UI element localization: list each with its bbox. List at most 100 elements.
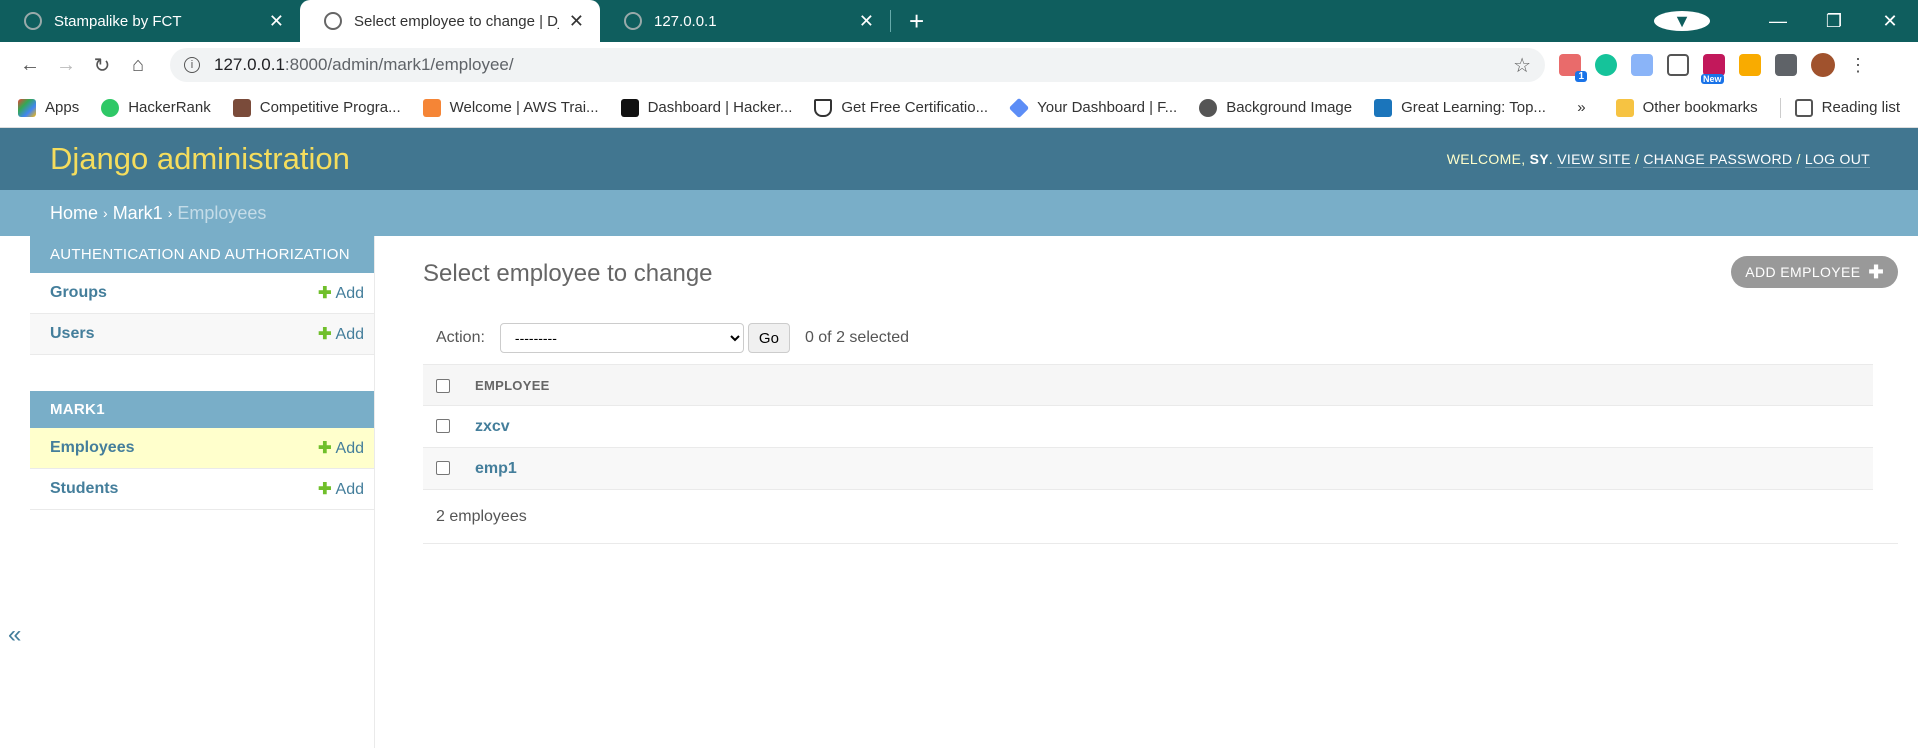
browser-tab-stampalike[interactable]: Stampalike by FCT ✕ <box>0 0 300 42</box>
username: SY <box>1529 151 1549 167</box>
employee-link[interactable]: emp1 <box>475 460 517 477</box>
browser-tab-localhost[interactable]: 127.0.0.1 ✕ <box>600 0 890 42</box>
sidebar-toggle-icon[interactable]: « <box>8 621 21 649</box>
camera-icon[interactable] <box>1667 54 1689 76</box>
bookmark-apps[interactable]: Apps <box>18 98 79 117</box>
row-checkbox[interactable] <box>436 419 450 434</box>
selection-counter: 0 of 2 selected <box>804 329 910 346</box>
employee-cell: emp1 <box>475 447 1873 490</box>
tab-title: Select employee to change | Djar <box>354 12 559 30</box>
window-controls: ▼ — ❐ ✕ <box>1654 0 1918 42</box>
bookmark-hackerearth[interactable]: Dashboard | Hacker... <box>620 98 792 117</box>
sidebar-item-label[interactable]: Users <box>50 325 94 343</box>
admin-header: Django administration Welcome, SY. View … <box>0 128 1918 190</box>
view-site-link[interactable]: View site <box>1557 151 1631 168</box>
add-student-link[interactable]: ✚ Add <box>318 479 364 499</box>
home-icon[interactable]: ⌂ <box>120 54 156 77</box>
select-all-checkbox[interactable] <box>436 378 450 393</box>
globe-icon <box>1199 98 1218 117</box>
globe-icon <box>24 12 42 30</box>
url-input[interactable]: i 127.0.0.1:8000/admin/mark1/employee/ ☆ <box>170 48 1545 82</box>
content: Select employee to change Add Employee ✚ … <box>375 236 1918 748</box>
sidebar-item-employees: Employees ✚ Add <box>30 428 374 469</box>
main-container: Authentication and Authorization Groups … <box>0 236 1918 748</box>
minimize-icon[interactable]: — <box>1750 11 1806 32</box>
close-icon[interactable]: ✕ <box>269 11 284 32</box>
add-employee-button[interactable]: Add Employee ✚ <box>1731 256 1898 288</box>
bookmark-great-learning[interactable]: Great Learning: Top... <box>1374 98 1546 117</box>
browser-tab-django[interactable]: Select employee to change | Djar ✕ <box>300 0 600 42</box>
avatar[interactable] <box>1811 53 1835 77</box>
eyedropper-icon[interactable] <box>1739 54 1761 76</box>
plus-icon: ✚ <box>318 326 332 343</box>
folder-icon <box>1615 98 1634 117</box>
extension-icon[interactable]: New <box>1701 54 1725 84</box>
plus-icon: ✚ <box>318 285 332 302</box>
go-button[interactable]: Go <box>747 323 790 353</box>
bookmark-codechef[interactable]: Competitive Progra... <box>232 98 401 117</box>
sidebar-item-students: Students ✚ Add <box>30 469 374 510</box>
plus-icon: ✚ <box>318 440 332 457</box>
other-bookmarks[interactable]: Other bookmarks <box>1615 98 1758 117</box>
puzzle-icon[interactable] <box>1775 54 1797 76</box>
tab-search-icon[interactable]: ▼ <box>1654 11 1710 31</box>
address-toolbar: ← → ↻ ⌂ i 127.0.0.1:8000/admin/mark1/emp… <box>0 42 1918 88</box>
reading-list-icon <box>1794 98 1813 117</box>
bookmark-label: Your Dashboard | F... <box>1037 99 1178 116</box>
window-close-icon[interactable]: ✕ <box>1862 11 1918 32</box>
paginator: 2 employees <box>423 490 1898 544</box>
forward-arrow-icon[interactable]: → <box>48 54 84 77</box>
new-tab-plus-icon[interactable]: + <box>909 6 924 37</box>
extension-icon[interactable]: 1 <box>1559 54 1587 82</box>
table-row: zxcv <box>423 405 1873 448</box>
great-learning-icon <box>1374 98 1393 117</box>
bookmarks-right: » Other bookmarks Reading list <box>1577 97 1900 118</box>
module-caption[interactable]: Authentication and Authorization <box>30 236 374 273</box>
sidebar-item-label[interactable]: Employees <box>50 439 134 457</box>
site-info-icon[interactable]: i <box>184 57 200 73</box>
select-all-cell <box>423 364 475 406</box>
employee-link[interactable]: zxcv <box>475 418 510 435</box>
module-caption[interactable]: Mark1 <box>30 391 374 428</box>
url-path: :8000/admin/mark1/employee/ <box>284 55 514 74</box>
other-bookmarks-label: Other bookmarks <box>1642 99 1758 116</box>
add-label: Add <box>335 326 364 343</box>
breadcrumb-app[interactable]: Mark1 <box>113 203 163 224</box>
reading-list-label: Reading list <box>1821 99 1900 116</box>
back-arrow-icon[interactable]: ← <box>12 54 48 77</box>
reading-list[interactable]: Reading list <box>1794 98 1900 117</box>
change-password-link[interactable]: Change password <box>1643 151 1793 168</box>
extension-icon[interactable] <box>1631 54 1653 76</box>
more-bookmarks-chevron-icon[interactable]: » <box>1577 99 1585 116</box>
sidebar-item-label[interactable]: Students <box>50 480 118 498</box>
restore-icon[interactable]: ❐ <box>1806 11 1862 32</box>
bookmark-dashboard[interactable]: Your Dashboard | F... <box>1008 97 1178 118</box>
site-branding[interactable]: Django administration <box>50 141 350 177</box>
sidebar-item-label[interactable]: Groups <box>50 284 107 302</box>
reload-icon[interactable]: ↻ <box>84 53 120 78</box>
sidebar-item-users: Users ✚ Add <box>30 314 374 355</box>
grammarly-icon[interactable] <box>1595 54 1617 76</box>
add-employee-label: Add Employee <box>1745 264 1861 280</box>
column-header-employee[interactable]: Employee <box>475 364 1873 406</box>
log-out-link[interactable]: Log out <box>1804 151 1870 168</box>
row-checkbox-cell <box>423 405 475 448</box>
close-icon[interactable]: ✕ <box>569 11 584 32</box>
add-user-link[interactable]: ✚ Add <box>318 324 364 344</box>
row-checkbox[interactable] <box>436 461 450 476</box>
add-employee-link[interactable]: ✚ Add <box>318 438 364 458</box>
plus-icon: ✚ <box>318 481 332 498</box>
nav-sidebar: Authentication and Authorization Groups … <box>0 236 375 748</box>
bookmark-aws[interactable]: Welcome | AWS Trai... <box>422 98 599 117</box>
bookmark-certification[interactable]: Get Free Certificatio... <box>814 98 988 117</box>
breadcrumb-home[interactable]: Home <box>50 203 98 224</box>
bookmark-background-image[interactable]: Background Image <box>1199 98 1352 117</box>
bookmark-star-icon[interactable]: ☆ <box>1513 53 1531 78</box>
close-icon[interactable]: ✕ <box>859 11 874 32</box>
menu-dots-icon[interactable]: ⋮ <box>1849 54 1867 76</box>
hackerearth-icon <box>620 98 639 117</box>
bookmark-hackerrank[interactable]: HackerRank <box>101 98 211 117</box>
action-select[interactable]: --------- <box>499 323 744 353</box>
add-group-link[interactable]: ✚ Add <box>318 283 364 303</box>
